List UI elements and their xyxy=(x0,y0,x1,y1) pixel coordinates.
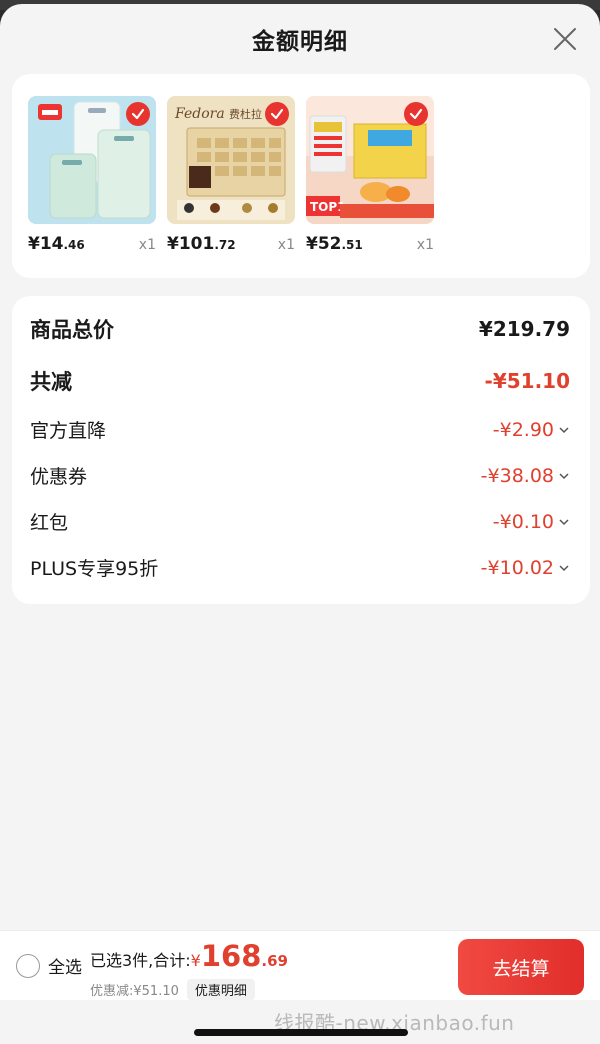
select-all-label: 全选 xyxy=(48,958,82,978)
product-price: ¥101.72 xyxy=(167,234,236,254)
discount-value: -¥10.02 xyxy=(481,557,570,579)
check-icon xyxy=(270,108,284,120)
sheet-header: 金额明细 xyxy=(0,4,600,74)
total-amount-dec: .69 xyxy=(261,952,288,970)
select-all-radio[interactable] xyxy=(16,953,40,978)
product-item[interactable]: TOP1 ¥52.51 x1 xyxy=(306,96,438,254)
product-image: TOP1 xyxy=(306,96,434,224)
amount-detail-sheet: 金额明细 ¥14.46 x1 Fedora 费杜拉 ¥101.72 x1 TOP… xyxy=(0,4,600,1044)
price-row: ¥101.72 x1 xyxy=(167,234,295,258)
order-total: 已选3件,合计: ¥ 168 .69 xyxy=(90,939,288,973)
sheet-title: 金额明细 xyxy=(252,29,348,55)
discount-value: -¥2.90 xyxy=(493,419,570,441)
total-reduction-value: -¥51.10 xyxy=(484,369,570,393)
product-price: ¥14.46 xyxy=(28,234,85,254)
selected-check-badge[interactable] xyxy=(126,102,150,126)
discount-summary: 优惠减:¥51.10 优惠明细 xyxy=(90,979,255,1000)
chevron-down-icon xyxy=(558,516,570,528)
discount-detail-button[interactable]: 优惠明细 xyxy=(186,979,255,1000)
goods-total-row: 商品总价 ¥219.79 xyxy=(30,314,570,344)
product-image xyxy=(28,96,156,224)
goods-total-label: 商品总价 xyxy=(30,318,114,342)
svg-text:Fedora: Fedora xyxy=(174,106,225,122)
product-image: Fedora 费杜拉 xyxy=(167,96,295,224)
chevron-down-icon xyxy=(558,562,570,574)
total-amount-int: 168 xyxy=(200,939,262,973)
discount-label: 官方直降 xyxy=(30,420,107,442)
discount-label: PLUS专享95折 xyxy=(30,558,159,580)
check-icon xyxy=(131,108,145,120)
selected-check-badge[interactable] xyxy=(265,102,289,126)
total-reduction-label: 共减 xyxy=(30,370,72,394)
svg-text:费杜拉: 费杜拉 xyxy=(229,107,262,121)
product-item[interactable]: Fedora 费杜拉 ¥101.72 x1 xyxy=(167,96,299,254)
goods-total-value: ¥219.79 xyxy=(478,317,570,341)
close-icon xyxy=(554,28,576,50)
discount-row[interactable]: 红包 -¥0.10 xyxy=(30,508,570,535)
selected-check-badge[interactable] xyxy=(404,102,428,126)
discount-row[interactable]: 优惠券 -¥38.08 xyxy=(30,462,570,489)
price-summary-card: 商品总价 ¥219.79 共减 -¥51.10 官方直降 -¥2.90 优惠券 … xyxy=(12,296,590,604)
close-button[interactable] xyxy=(550,24,580,54)
select-all-toggle[interactable]: 全选 xyxy=(16,953,82,978)
price-row: ¥52.51 x1 xyxy=(306,234,434,258)
discount-value: -¥38.08 xyxy=(481,465,570,487)
products-card: ¥14.46 x1 Fedora 费杜拉 ¥101.72 x1 TOP1 ¥52… xyxy=(12,74,590,278)
product-price: ¥52.51 xyxy=(306,234,363,254)
chevron-down-icon xyxy=(558,424,570,436)
discount-row[interactable]: PLUS专享95折 -¥10.02 xyxy=(30,554,570,581)
home-indicator xyxy=(194,1029,408,1036)
product-qty: x1 xyxy=(277,237,295,253)
checkout-bar: 全选 已选3件,合计: ¥ 168 .69 优惠减:¥51.10 优惠明细 去结… xyxy=(0,930,600,1000)
product-item[interactable]: ¥14.46 x1 xyxy=(28,96,160,254)
total-currency: ¥ xyxy=(190,951,201,970)
check-icon xyxy=(409,108,423,120)
product-qty: x1 xyxy=(416,237,434,253)
price-row: ¥14.46 x1 xyxy=(28,234,156,258)
discount-label: 红包 xyxy=(30,512,69,534)
product-qty: x1 xyxy=(138,237,156,253)
discount-value: -¥0.10 xyxy=(493,511,570,533)
discount-label: 优惠券 xyxy=(30,466,88,488)
discount-summary-text: 优惠减:¥51.10 xyxy=(90,984,179,999)
total-reduction-row: 共减 -¥51.10 xyxy=(30,366,570,396)
chevron-down-icon xyxy=(558,470,570,482)
selected-count-text: 已选3件,合计: xyxy=(90,951,191,970)
checkout-button[interactable]: 去结算 xyxy=(458,939,584,995)
discount-row[interactable]: 官方直降 -¥2.90 xyxy=(30,416,570,443)
